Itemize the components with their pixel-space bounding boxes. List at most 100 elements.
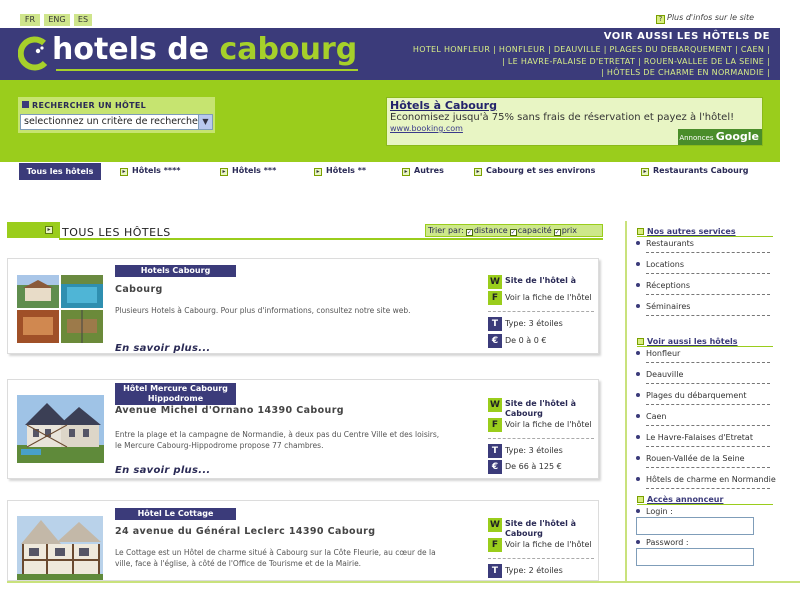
site-logo[interactable]: hotels de cabourg — [52, 32, 357, 67]
sidebar-item-caen[interactable]: Caen — [636, 412, 666, 421]
sidebar-item-label: Le Havre-Falaises d'Etretat — [646, 433, 753, 442]
lang-eng[interactable]: ENG — [44, 14, 70, 26]
sidebar-separator — [646, 467, 770, 468]
google-ad: Hôtels à Cabourg Economisez jusqu'à 75% … — [386, 97, 763, 146]
more-info-link[interactable]: En savoir plus... — [115, 465, 211, 476]
sort-capacity-checkbox[interactable]: ✓ — [509, 229, 517, 236]
header-link-le-havre[interactable]: LE HAVRE-FALAISE D'ETRETAT — [508, 57, 635, 66]
sidebar-heading-underline — [637, 236, 773, 237]
search-select-value: selectionnez un critère de recherche — [24, 116, 198, 127]
sort-distance-label[interactable]: distance — [474, 226, 508, 235]
header-link-hotel-honfleur[interactable]: HOTEL HONFLEUR — [413, 45, 490, 54]
hotel-sheet-label: Voir la fiche de l'hôtel — [505, 293, 592, 302]
header-link-honfleur[interactable]: HONFLEUR — [499, 45, 545, 54]
sidebar-separator — [646, 315, 770, 316]
sidebar-item-locations[interactable]: Locations — [636, 260, 684, 269]
ad-text: Economisez jusqu'à 75% sans frais de rés… — [390, 112, 735, 123]
hotel-badge: Hôtel Le Cottage — [115, 508, 236, 520]
sidebar-item-deauville[interactable]: Deauville — [636, 370, 683, 379]
nav-all-hotels[interactable]: Tous les hôtels — [19, 163, 101, 180]
type-icon: T — [488, 564, 502, 578]
sidebar-item-rouen[interactable]: Rouen-Vallée de la Seine — [636, 454, 745, 463]
bullet-icon — [636, 262, 640, 266]
ad-title[interactable]: Hôtels à Cabourg — [390, 99, 497, 112]
nav-cabourg-surroundings[interactable]: ▸ Cabourg et ses environs — [474, 166, 595, 176]
sidebar-heading-underline — [637, 346, 773, 347]
hotel-photo[interactable] — [17, 516, 103, 581]
search-title-label: RECHERCHER UN HÔTEL — [32, 101, 146, 110]
hotel-type-label: Type: 3 étoiles — [505, 446, 563, 455]
sidebar-item-plages[interactable]: Plages du débarquement — [636, 391, 746, 400]
nav-hotels-2-stars[interactable]: ▸ Hôtels ** — [314, 166, 366, 176]
more-info-link[interactable]: En savoir plus... — [115, 343, 211, 353]
lang-es[interactable]: ES — [74, 14, 92, 26]
arrow-icon — [637, 496, 644, 503]
sidebar-see-also-heading[interactable]: Voir aussi les hôtels — [637, 337, 738, 346]
hotel-website-label: Site de l'hôtel à — [505, 276, 577, 285]
hotel-price-label: De 66 à 125 € — [505, 462, 562, 471]
sort-price-label[interactable]: prix — [562, 226, 577, 235]
sidebar-item-receptions[interactable]: Réceptions — [636, 281, 690, 290]
sidebar-item-seminaires[interactable]: Séminaires — [636, 302, 690, 311]
bullet-icon — [636, 241, 640, 245]
nav-hotels-4-stars[interactable]: ▸ Hôtels **** — [120, 166, 180, 176]
nav-label: Hôtels *** — [232, 166, 277, 175]
sidebar-separator — [646, 404, 770, 405]
arrow-right-icon: ▸ — [402, 168, 410, 176]
sidebar-item-charme[interactable]: Hôtels de charme en Normandie — [636, 475, 776, 484]
hotel-sheet-label: Voir la fiche de l'hôtel — [505, 420, 592, 429]
nav-others[interactable]: ▸ Autres — [402, 166, 444, 176]
hotel-photo[interactable] — [17, 275, 103, 343]
hotel-sheet-label: Voir la fiche de l'hôtel — [505, 540, 592, 549]
sidebar-item-honfleur[interactable]: Honfleur — [636, 349, 680, 358]
sidebar-services-heading[interactable]: Nos autres services — [637, 227, 736, 236]
sidebar-item-label: Séminaires — [646, 302, 691, 311]
header-link-deauville[interactable]: DEAUVILLE — [554, 45, 601, 54]
header-link-rouen[interactable]: ROUEN-VALLEE DE LA SEINE — [644, 57, 764, 66]
sort-distance-checkbox[interactable]: ✓ — [465, 229, 473, 236]
sidebar-item-le-havre[interactable]: Le Havre-Falaises d'Etretat — [636, 433, 753, 442]
logo-icon — [18, 36, 48, 71]
sheet-icon: F — [488, 538, 502, 552]
web-icon: W — [488, 518, 502, 532]
sidebar-login-title: Accès annonceur — [647, 495, 724, 504]
nav-restaurants[interactable]: ▸ Restaurants Cabourg — [641, 166, 749, 176]
header-link-caen[interactable]: CAEN — [741, 45, 764, 54]
sort-bar: Trier par: ✓ distance ✓ capacité ✓ prix — [425, 224, 603, 237]
header-link-charme[interactable]: HÔTELS DE CHARME EN NORMANDIE — [607, 68, 764, 77]
help-icon: ? — [656, 15, 665, 24]
bullet-icon — [636, 372, 640, 376]
login-label: Login : — [636, 507, 673, 516]
header-link-plages[interactable]: PLAGES DU DEBARQUEMENT — [610, 45, 733, 54]
nav-hotels-3-stars[interactable]: ▸ Hôtels *** — [220, 166, 276, 176]
sidebar-item-label: Réceptions — [646, 281, 691, 290]
arrow-right-icon: ▸ — [314, 168, 322, 176]
hotel-photo[interactable] — [17, 395, 104, 463]
divider — [488, 438, 594, 439]
sidebar-item-restaurants[interactable]: Restaurants — [636, 239, 694, 248]
lang-fr[interactable]: FR — [20, 14, 40, 26]
hotel-description: Plusieurs Hotels à Cabourg. Pour plus d'… — [115, 306, 411, 315]
logo-underline — [56, 69, 358, 71]
search-criteria-select[interactable]: selectionnez un critère de recherche ▼ — [20, 114, 213, 130]
page: FR ENG ES ? Plus d'infos sur le site hote… — [0, 0, 800, 600]
ad-url[interactable]: www.booking.com — [390, 124, 463, 133]
login-input[interactable] — [636, 517, 754, 535]
chevron-down-icon[interactable]: ▼ — [198, 115, 212, 129]
hotel-website-label: Site de l'hôtel à Cabourg — [505, 519, 577, 538]
web-icon: W — [488, 275, 502, 289]
sort-capacity-label[interactable]: capacité — [518, 226, 552, 235]
sidebar-separator — [646, 383, 770, 384]
logo-text-1: hotels de — [52, 32, 220, 67]
sheet-icon: F — [488, 418, 502, 432]
hotel-address: 24 avenue du Général Leclerc 14390 Cabou… — [115, 526, 376, 537]
sort-label: Trier par: — [428, 226, 464, 235]
sort-price-checkbox[interactable]: ✓ — [553, 229, 561, 236]
bullet-icon — [636, 456, 640, 460]
password-input[interactable] — [636, 548, 754, 566]
ads-label: Annonces — [679, 134, 716, 142]
site-info-link[interactable]: ? Plus d'infos sur le site — [656, 13, 754, 24]
sidebar-login-heading: Accès annonceur — [637, 495, 723, 504]
google-ads-badge[interactable]: Annonces Google — [678, 129, 762, 145]
web-icon: W — [488, 398, 502, 412]
